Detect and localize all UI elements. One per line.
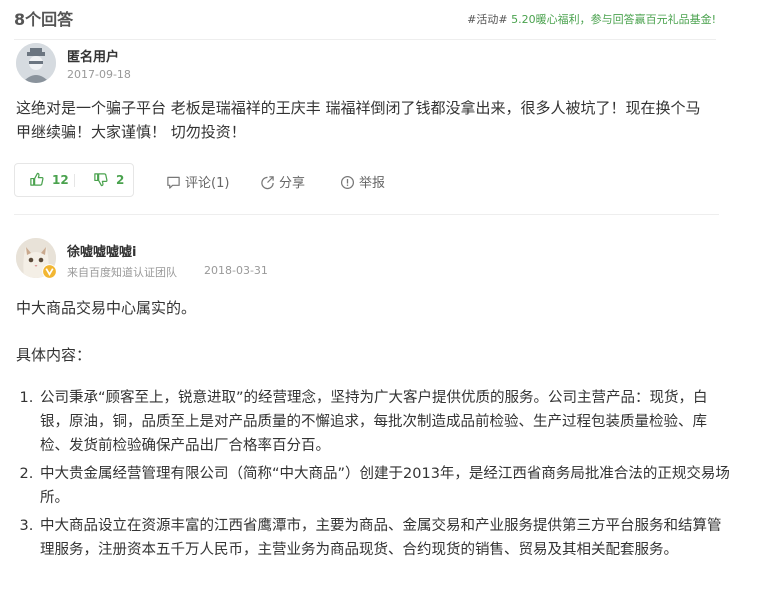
thumbs-down-icon (94, 173, 108, 187)
warning-icon (340, 175, 355, 190)
share-icon (261, 176, 274, 190)
answer2-source: 来自百度知道认证团队 (67, 266, 177, 279)
anonymous-avatar[interactable] (16, 43, 56, 83)
report-button[interactable]: 举报 (340, 172, 385, 191)
answer2-intro: 中大商品交易中心属实的。 (16, 299, 197, 317)
answer1-username: 匿名用户 (67, 50, 120, 65)
dislike-count: 2 (116, 173, 125, 187)
answer1-date: 2017-09-18 (67, 68, 131, 81)
answer1-text: 这绝对是一个骗子平台 老板是瑞福祥的王庆丰 瑞福祥倒闭了钱都没拿出来，很多人被坑… (16, 99, 701, 141)
comment-button[interactable]: 评论(1) (166, 172, 229, 191)
share-label: 分享 (279, 176, 306, 191)
answers-header: 8个回答 #活动# 5.20暖心福利，参与回答赢百元礼品基金! (14, 6, 716, 40)
content-list: 公司秉承“顾客至上，锐意进取”的经营理念，坚持为广大客户提供优质的服务。公司主营… (16, 386, 732, 566)
report-label: 举报 (359, 176, 386, 191)
thumbs-up-icon (30, 172, 44, 186)
list-item: 中大贵金属经营管理有限公司（简称“中大商品”）创建于2013年，是经江西省商务局… (38, 462, 732, 510)
header-divider (14, 39, 716, 40)
promo-banner[interactable]: #活动# 5.20暖心福利，参与回答赢百元礼品基金! (467, 11, 716, 27)
like-button[interactable]: 12 (29, 172, 69, 187)
verified-badge-icon (42, 264, 57, 279)
anonymous-user-icon (16, 43, 56, 83)
answer2-username[interactable]: 徐嘘嘘嘘嘘i (67, 241, 136, 260)
like-count: 12 (52, 173, 69, 187)
promo-text[interactable]: 5.20暖心福利，参与回答赢百元礼品基金! (511, 13, 716, 26)
comment-icon (167, 176, 180, 189)
vote-box: 12 2 (14, 163, 134, 197)
content-heading: 具体内容： (16, 346, 92, 364)
comment-label: 评论(1) (185, 176, 230, 191)
answer-count: 8个回答 (14, 10, 74, 29)
list-item: 中大商品设立在资源丰富的江西省鹰潭市，主要为商品、金属交易和产业服务提供第三方平… (38, 514, 732, 562)
promo-tag[interactable]: #活动# (467, 13, 507, 26)
dislike-button[interactable]: 2 (93, 172, 124, 187)
answer2-date: 2018-03-31 (204, 264, 268, 277)
answer-divider (14, 214, 719, 215)
vote-separator (74, 174, 75, 187)
list-item: 公司秉承“顾客至上，锐意进取”的经营理念，坚持为广大客户提供优质的服务。公司主营… (38, 386, 732, 458)
share-button[interactable]: 分享 (260, 172, 305, 191)
